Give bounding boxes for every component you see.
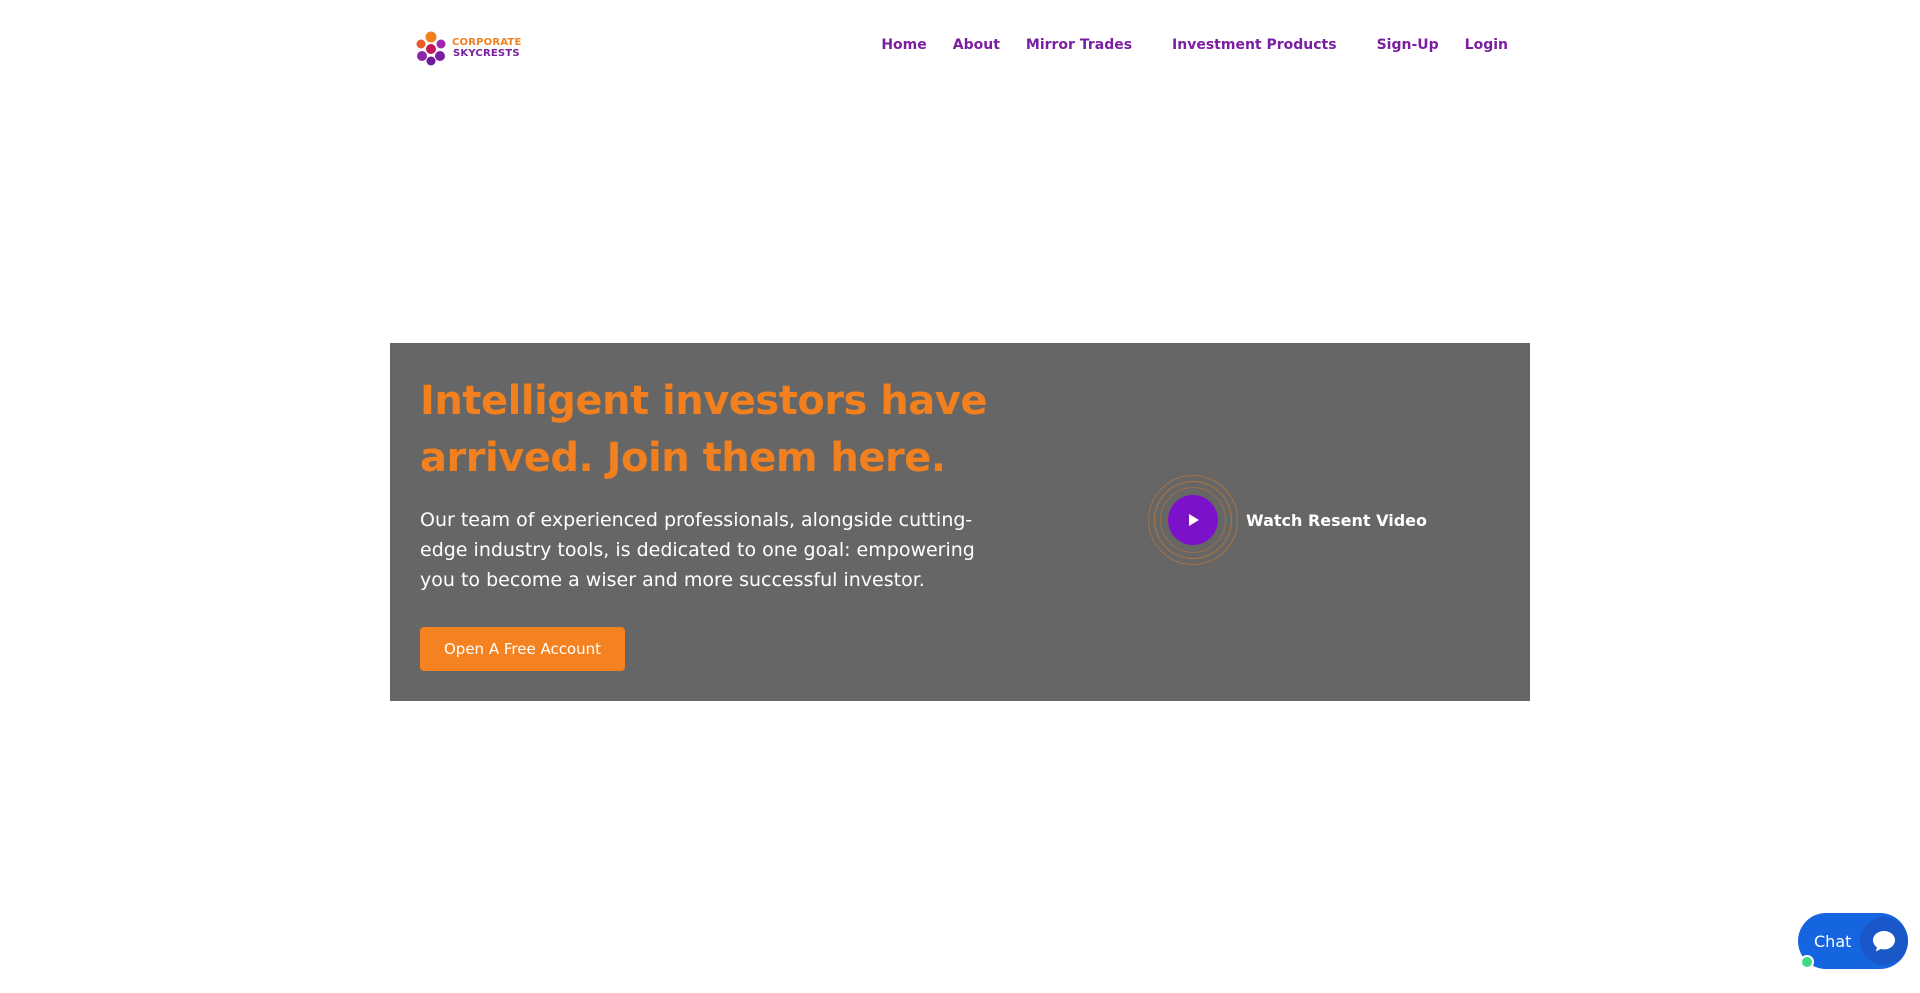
brand-logo[interactable]: CORPORATE SKYCRESTS (414, 30, 522, 66)
play-video-button[interactable] (1168, 495, 1218, 545)
nav-home[interactable]: Home (881, 37, 926, 53)
main-nav: Home About Mirror Trades Investment Prod… (855, 37, 1508, 53)
hero-banner: Intelligent investors have arrived. Join… (390, 343, 1530, 701)
open-free-account-button[interactable]: Open A Free Account (420, 627, 625, 671)
logo-text-line2: SKYCRESTS (453, 48, 520, 59)
chat-icon-circle (1860, 917, 1908, 965)
play-icon (1189, 514, 1199, 526)
chat-bubble-icon (1873, 931, 1895, 952)
site-header: CORPORATE SKYCRESTS Home About Mirror Tr… (0, 0, 1920, 94)
chat-label: Chat (1814, 931, 1852, 951)
nav-sign-up[interactable]: Sign-Up (1377, 37, 1439, 53)
watch-video: Watch Resent Video (1148, 475, 1427, 565)
logo-mark-icon (416, 31, 446, 66)
hero-description: Our team of experienced professionals, a… (420, 509, 975, 591)
page: CORPORATE SKYCRESTS Home About Mirror Tr… (0, 0, 1920, 993)
nav-mirror-trades[interactable]: Mirror Trades (1026, 37, 1132, 53)
chat-widget-button[interactable]: Chat (1798, 913, 1908, 969)
nav-investment-products[interactable]: Investment Products (1172, 37, 1337, 53)
watch-video-label[interactable]: Watch Resent Video (1246, 511, 1427, 530)
logo-text-line1: CORPORATE (452, 37, 522, 48)
logo-text: CORPORATE SKYCRESTS (452, 37, 522, 59)
nav-login[interactable]: Login (1465, 37, 1508, 53)
hero-title: Intelligent investors have arrived. Join… (420, 378, 987, 481)
online-status-dot (1800, 955, 1814, 969)
play-button-rings (1148, 475, 1238, 565)
nav-about[interactable]: About (953, 37, 1000, 53)
